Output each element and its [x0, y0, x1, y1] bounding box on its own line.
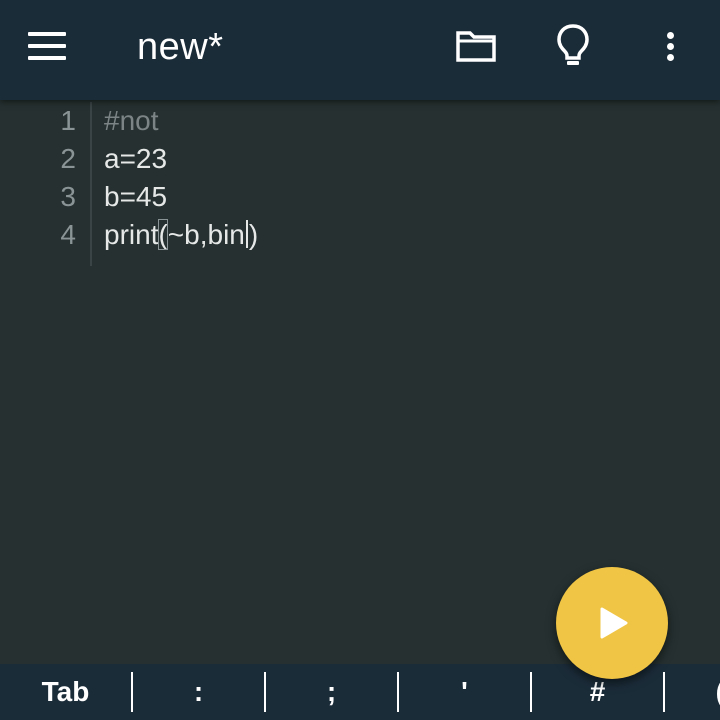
lightbulb-icon [557, 24, 589, 65]
folder-icon [456, 31, 496, 62]
line-number: 1 [60, 105, 76, 136]
run-button[interactable] [556, 567, 668, 679]
matched-open-bracket: ( [158, 219, 168, 250]
menu-button[interactable] [20, 24, 76, 68]
file-title: new* [137, 26, 224, 68]
line-number: 4 [60, 219, 76, 250]
more-vertical-icon [666, 28, 674, 65]
key-semicolon[interactable]: ; [266, 664, 397, 720]
menu-bar-bottom [28, 56, 66, 60]
close-bracket: ) [248, 219, 259, 250]
text-cursor [245, 220, 248, 248]
hint-button[interactable] [548, 20, 598, 72]
code-line: 2 a=23 [0, 140, 720, 178]
line-number: 2 [60, 143, 76, 174]
code-line: 1 #not [0, 102, 720, 140]
code-text[interactable]: print(~b,bin) [104, 216, 258, 254]
code-text[interactable]: a=23 [104, 140, 167, 178]
key-open-paren[interactable]: ( [665, 664, 720, 720]
menu-bar-middle [28, 44, 66, 48]
menu-bar-top [28, 32, 66, 36]
code-text[interactable]: b=45 [104, 178, 167, 216]
code-text[interactable]: #not [104, 102, 159, 140]
key-tab[interactable]: Tab [0, 664, 131, 720]
open-folder-button[interactable] [448, 20, 504, 72]
app-toolbar: new* [0, 0, 720, 100]
code-line: 3 b=45 [0, 178, 720, 216]
code-function: print [104, 219, 159, 250]
code-arguments: ~b,bin [167, 219, 245, 250]
more-options-button[interactable] [650, 20, 690, 72]
line-number: 3 [60, 181, 76, 212]
code-line: 4 print(~b,bin) [0, 216, 720, 254]
play-icon [600, 607, 628, 639]
key-colon[interactable]: : [133, 664, 264, 720]
key-quote[interactable]: ' [399, 664, 530, 720]
